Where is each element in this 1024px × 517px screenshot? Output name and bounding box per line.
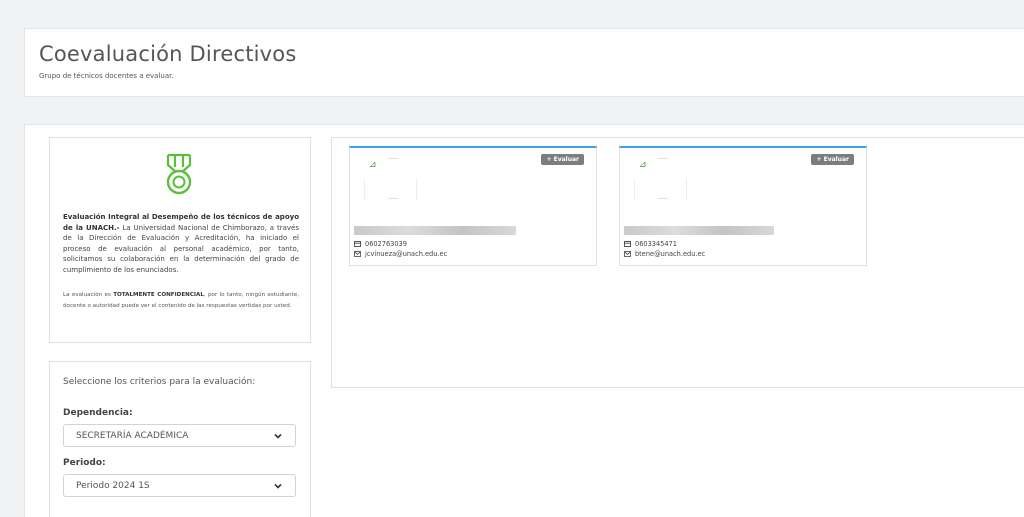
envelope-icon [354,251,361,257]
envelope-icon [624,251,631,257]
page-title: Coevaluación Directivos [39,42,297,66]
email-text: jcvinueza@unach.edu.ec [365,250,448,258]
email-row: btene@unach.edu.ec [624,250,705,258]
evaluar-button[interactable]: + Evaluar [541,154,584,165]
dependencia-select[interactable]: SECRETARÍA ACADÉMICA [63,424,296,447]
id-card-icon [624,241,631,247]
id-card-icon [354,241,361,247]
email-text: btene@unach.edu.ec [635,250,706,258]
person-name-redacted [624,226,774,235]
avatar: ⊿ [634,156,687,200]
criteria-box: Seleccione los criterios para la evaluac… [49,361,311,517]
person-name-redacted [354,226,516,235]
cards-area: + Evaluar ⊿ 0602763039 jcvinueza@unach.e… [331,137,1024,388]
broken-image-icon: ⊿ [639,160,647,170]
info-description: Evaluación Integral al Desempeño de los … [63,212,299,275]
phone-text: 0602763039 [365,240,407,248]
evaluar-button[interactable]: + Evaluar [811,154,854,165]
chevron-down-icon [274,433,282,439]
page-subtitle: Grupo de técnicos docentes a evaluar. [39,72,174,80]
broken-image-icon: ⊿ [369,160,377,170]
page-header: Coevaluación Directivos Grupo de técnico… [24,28,1024,97]
periodo-select[interactable]: Periodo 2024 1S [63,474,296,497]
periodo-value: Periodo 2024 1S [76,480,150,491]
medal-icon [166,153,192,195]
confidentiality-note: La evaluación es TOTALMENTE CONFIDENCIAL… [63,290,299,311]
phone-row: 0603345471 [624,240,677,248]
phone-row: 0602763039 [354,240,407,248]
note-bold: TOTALMENTE CONFIDENCIAL [113,292,204,298]
main-panel: Evaluación Integral al Desempeño de los … [24,124,1024,517]
person-card[interactable]: + Evaluar ⊿ 0603345471 btene@unach.edu.e… [619,146,867,266]
person-card[interactable]: + Evaluar ⊿ 0602763039 jcvinueza@unach.e… [349,146,597,266]
phone-text: 0603345471 [635,240,677,248]
avatar: ⊿ [364,156,417,200]
dependencia-label: Dependencia: [63,408,133,418]
criteria-title: Seleccione los criterios para la evaluac… [63,377,256,387]
dependencia-value: SECRETARÍA ACADÉMICA [76,430,189,441]
note-pre: La evaluación es [63,292,114,298]
periodo-label: Periodo: [63,458,106,468]
info-box: Evaluación Integral al Desempeño de los … [49,137,311,343]
email-row: jcvinueza@unach.edu.ec [354,250,447,258]
chevron-down-icon [274,483,282,489]
